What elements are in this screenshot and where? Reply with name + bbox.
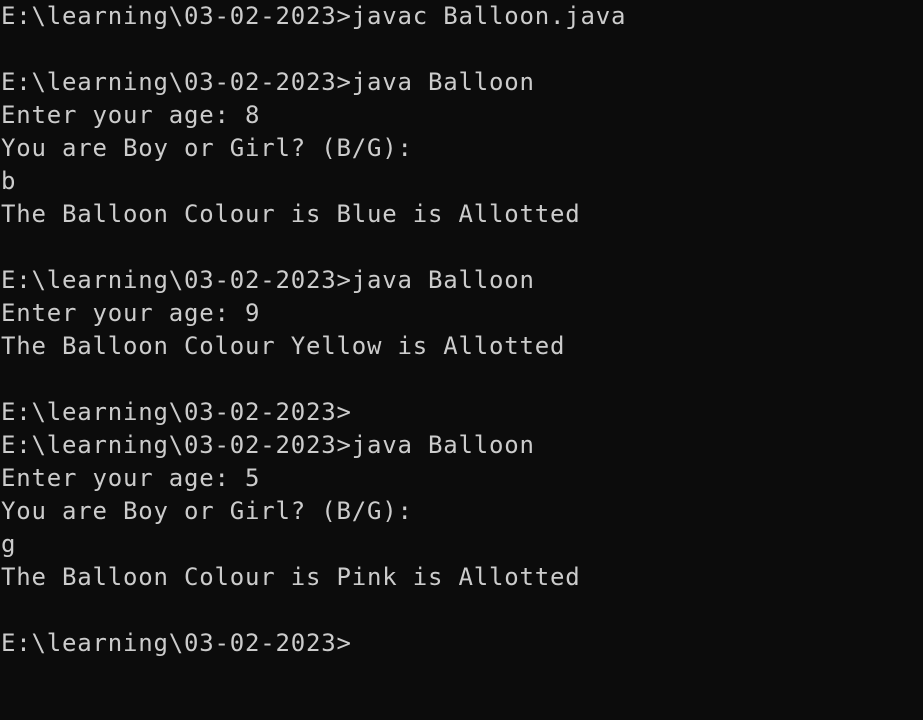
user-input-gender: b (1, 167, 17, 195)
terminal-window[interactable]: E:\learning\03-02-2023>javac Balloon.jav… (0, 0, 923, 720)
output-balloon-result: The Balloon Colour is Pink is Allotted (1, 563, 581, 591)
current-prompt-line[interactable]: E:\learning\03-02-2023> (1, 627, 923, 660)
output-gender-prompt: You are Boy or Girl? (B/G): (1, 497, 413, 525)
output-balloon-result: The Balloon Colour Yellow is Allotted (1, 332, 566, 360)
output-balloon-result: The Balloon Colour is Blue is Allotted (1, 200, 581, 228)
output-age-prompt: Enter your age: 9 (1, 299, 261, 327)
command-line-run: E:\learning\03-02-2023>java Balloon (1, 68, 535, 96)
output-age-prompt: Enter your age: 8 (1, 101, 261, 129)
prompt-line: E:\learning\03-02-2023> (1, 398, 352, 426)
command-line-compile: E:\learning\03-02-2023>javac Balloon.jav… (1, 2, 627, 30)
user-input-gender: g (1, 530, 17, 558)
command-line-run: E:\learning\03-02-2023>java Balloon (1, 431, 535, 459)
output-age-prompt: Enter your age: 5 (1, 464, 261, 492)
command-line-run: E:\learning\03-02-2023>java Balloon (1, 266, 535, 294)
output-gender-prompt: You are Boy or Girl? (B/G): (1, 134, 413, 162)
